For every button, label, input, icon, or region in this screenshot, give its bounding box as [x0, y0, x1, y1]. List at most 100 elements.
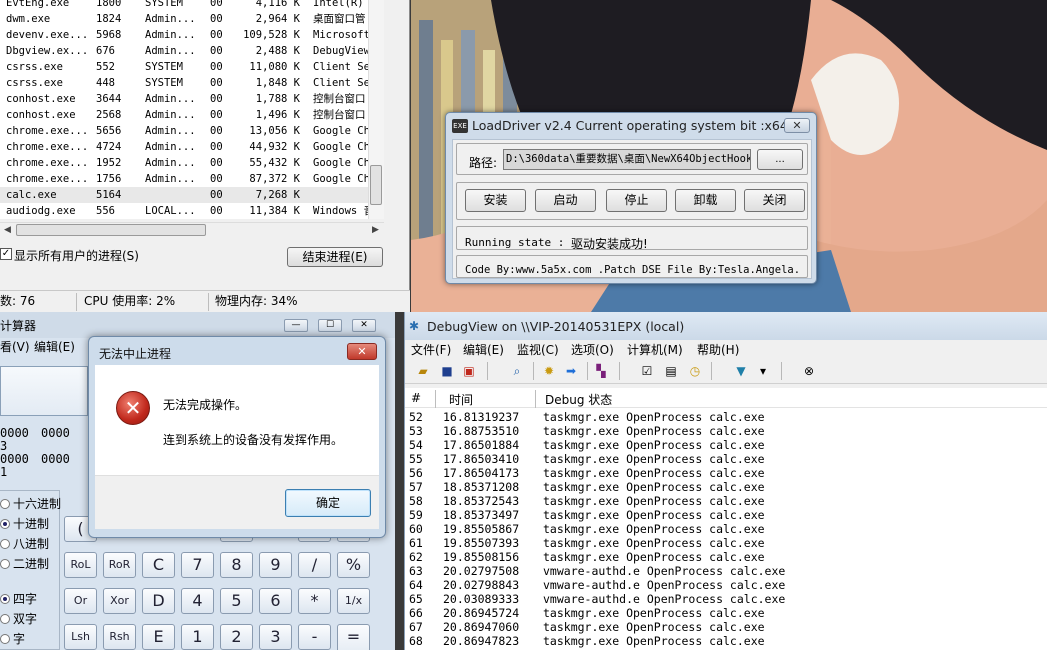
log-row[interactable]: 65 20.03089333 vmware-authd.e OpenProcess …: [405, 592, 1047, 606]
radio-hex[interactable]: 十六进制: [0, 495, 61, 512]
log-row[interactable]: 60 19.85505867 taskmgr.exe OpenProcess cal…: [405, 522, 1047, 536]
error-dialog-close-button[interactable]: ✕: [347, 343, 377, 360]
process-row[interactable]: conhost.exe 3644 Admin... 00 1,788 K 控制台窗口: [0, 91, 370, 107]
radio-qword[interactable]: 四字: [0, 590, 37, 607]
menu-file[interactable]: 文件(F): [411, 341, 451, 358]
radio-bin[interactable]: 二进制: [0, 555, 49, 572]
uninstall-button[interactable]: 卸载: [675, 189, 736, 212]
loaddriver-titlebar[interactable]: EXE LoadDriver v2.4 Current operating sy…: [446, 113, 816, 139]
log-row[interactable]: 67 20.86947060 taskmgr.exe OpenProcess cal…: [405, 620, 1047, 634]
calc-close-button[interactable]: ✕: [352, 319, 376, 332]
key-hex-d[interactable]: D: [142, 588, 175, 614]
clear-display-icon[interactable]: ▣: [461, 363, 477, 379]
log-row[interactable]: 63 20.02797508 vmware-authd.e OpenProcess …: [405, 564, 1047, 578]
process-row[interactable]: EvtEng.exe 1800 SYSTEM 00 4,116 K Intel(R): [0, 0, 370, 11]
find-icon[interactable]: ⌕: [509, 363, 525, 379]
key-equals[interactable]: =: [337, 624, 370, 650]
process-row[interactable]: audiodg.exe 556 LOCAL... 00 11,384 K Windows …: [0, 203, 374, 219]
process-row[interactable]: devenv.exe... 5968 Admin... 00 109,528 K Micr…: [0, 27, 370, 43]
log-row[interactable]: 64 20.02798843 vmware-authd.e OpenProcess …: [405, 578, 1047, 592]
calc-menu-edit[interactable]: 编辑(E): [34, 338, 75, 355]
timer-icon[interactable]: ◷: [687, 363, 703, 379]
log-row[interactable]: 68 20.86947823 taskmgr.exe OpenProcess cal…: [405, 634, 1047, 648]
process-row[interactable]: chrome.exe... 1756 Admin... 00 87,372 K Googl…: [0, 171, 370, 187]
key-reciprocal[interactable]: 1/x: [337, 588, 370, 614]
autoscroll-icon[interactable]: ☑: [639, 363, 655, 379]
log-row[interactable]: 55 17.86503410 taskmgr.exe OpenProcess cal…: [405, 452, 1047, 466]
key-digit-5[interactable]: 5: [220, 588, 253, 614]
process-row[interactable]: chrome.exe... 5656 Admin... 00 13,056 K Googl…: [0, 123, 370, 139]
process-list[interactable]: EvtEng.exe 1800 SYSTEM 00 4,116 K Intel(R) dwm…: [0, 0, 384, 219]
process-row[interactable]: conhost.exe 2568 Admin... 00 1,496 K 控制台窗口: [0, 107, 370, 123]
capture-kernel-icon[interactable]: ▚: [593, 363, 609, 379]
log-row[interactable]: 52 16.81319237 taskmgr.exe OpenProcess cal…: [405, 410, 1047, 424]
key-digit-7[interactable]: 7: [181, 552, 214, 578]
key-hex-e[interactable]: E: [142, 624, 175, 650]
key-digit-6[interactable]: 6: [259, 588, 292, 614]
calc-menu-view[interactable]: 看(V): [0, 338, 30, 355]
debugview-titlebar[interactable]: ✱ DebugView on \\VIP-20140531EPX (local): [405, 312, 1047, 340]
menu-edit[interactable]: 编辑(E): [463, 341, 504, 358]
start-button[interactable]: 启动: [535, 189, 596, 212]
key-percent[interactable]: %: [337, 552, 370, 578]
process-row[interactable]: chrome.exe... 1952 Admin... 00 55,432 K Googl…: [0, 155, 370, 171]
key-rotate-right[interactable]: RoR: [103, 552, 136, 578]
install-button[interactable]: 安装: [465, 189, 526, 212]
log-row[interactable]: 56 17.86504173 taskmgr.exe OpenProcess cal…: [405, 466, 1047, 480]
driver-path-input[interactable]: D:\360data\重要数据\桌面\NewX64ObjectHook: [503, 149, 751, 170]
process-row[interactable]: csrss.exe 552 SYSTEM 00 11,080 K Client Se: [0, 59, 370, 75]
show-all-users-checkbox[interactable]: ✓: [0, 248, 12, 260]
menu-capture[interactable]: 监视(C): [517, 341, 559, 358]
log-row[interactable]: 66 20.86945724 taskmgr.exe OpenProcess cal…: [405, 606, 1047, 620]
radio-dword[interactable]: 双字: [0, 610, 37, 627]
calculator-titlebar[interactable]: 计算器 — ☐ ✕: [0, 312, 395, 338]
debug-log-list[interactable]: 52 16.81319237 taskmgr.exe OpenProcess cal…: [405, 408, 1047, 650]
radio-word[interactable]: 字: [0, 630, 25, 647]
log-row[interactable]: 62 19.85508156 taskmgr.exe OpenProcess cal…: [405, 550, 1047, 564]
calc-minimize-button[interactable]: —: [284, 319, 308, 332]
save-icon[interactable]: ■: [439, 363, 455, 379]
key-digit-4[interactable]: 4: [181, 588, 214, 614]
log-row[interactable]: 61 19.85507393 taskmgr.exe OpenProcess cal…: [405, 536, 1047, 550]
vscroll-thumb[interactable]: [370, 165, 382, 205]
col-index[interactable]: #: [411, 391, 421, 405]
key-divide[interactable]: /: [298, 552, 331, 578]
process-row[interactable]: calc.exe 5164 00 7,268 K: [0, 187, 370, 203]
key-xor[interactable]: Xor: [103, 588, 136, 614]
radio-oct[interactable]: 八进制: [0, 535, 49, 552]
scroll-right-icon[interactable]: ▶: [372, 225, 379, 235]
key-hex-c[interactable]: C: [142, 552, 175, 578]
process-row[interactable]: dwm.exe 1824 Admin... 00 2,964 K 桌面窗口管: [0, 11, 370, 27]
loaddriver-close-button[interactable]: ✕: [784, 118, 810, 133]
close-button[interactable]: 关闭: [744, 189, 805, 212]
key-shift-left[interactable]: Lsh: [64, 624, 97, 650]
scroll-left-icon[interactable]: ◀: [4, 225, 11, 235]
log-row[interactable]: 54 17.86501884 taskmgr.exe OpenProcess cal…: [405, 438, 1047, 452]
key-digit-2[interactable]: 2: [220, 624, 253, 650]
key-rotate-left[interactable]: RoL: [64, 552, 97, 578]
key-digit-8[interactable]: 8: [220, 552, 253, 578]
log-row[interactable]: 53 16.88753510 taskmgr.exe OpenProcess cal…: [405, 424, 1047, 438]
key-multiply[interactable]: *: [298, 588, 331, 614]
key-digit-1[interactable]: 1: [181, 624, 214, 650]
stop-button[interactable]: 停止: [606, 189, 667, 212]
key-digit-3[interactable]: 3: [259, 624, 292, 650]
menu-computer[interactable]: 计算机(M): [627, 341, 683, 358]
connect-computer-icon[interactable]: ⊗: [801, 363, 817, 379]
process-row[interactable]: chrome.exe... 4724 Admin... 00 44,932 K Googl…: [0, 139, 370, 155]
clock-time-icon[interactable]: ▤: [663, 363, 679, 379]
col-time[interactable]: 时间: [449, 391, 473, 408]
ok-button[interactable]: 确定: [285, 489, 371, 517]
log-row[interactable]: 58 18.85372543 taskmgr.exe OpenProcess cal…: [405, 494, 1047, 508]
radio-dec[interactable]: 十进制: [0, 515, 49, 532]
key-shift-right[interactable]: Rsh: [103, 624, 136, 650]
capture-options-icon[interactable]: ✹: [541, 363, 557, 379]
key-minus[interactable]: -: [298, 624, 331, 650]
menu-options[interactable]: 选项(O): [571, 341, 614, 358]
process-row[interactable]: Dbgview.ex... 676 Admin... 00 2,488 K DebugVi…: [0, 43, 370, 59]
log-row[interactable]: 57 18.85371208 taskmgr.exe OpenProcess cal…: [405, 480, 1047, 494]
capture-arrow-icon[interactable]: ➡: [563, 363, 579, 379]
hscroll-thumb[interactable]: [16, 224, 206, 236]
browse-button[interactable]: ...: [757, 149, 803, 170]
open-folder-icon[interactable]: ▰: [415, 363, 431, 379]
